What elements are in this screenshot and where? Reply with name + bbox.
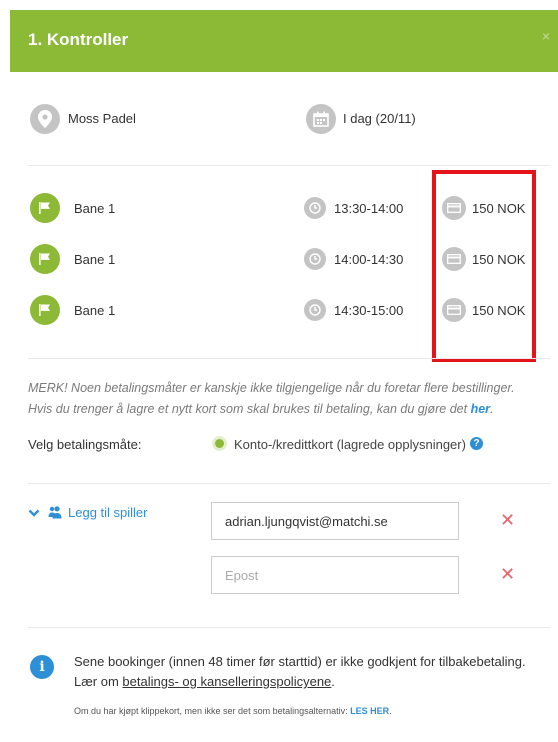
add-player-toggle[interactable]: Legg til spiller xyxy=(28,505,148,520)
info-icon: i xyxy=(30,655,54,679)
read-here-link[interactable]: LES HER xyxy=(350,706,389,716)
venue-name: Moss Padel xyxy=(68,111,136,126)
help-icon[interactable]: ? xyxy=(470,437,483,450)
note-line-2: Hvis du trenger å lagre et nytt kort som… xyxy=(28,399,552,420)
calendar-icon xyxy=(306,104,336,134)
info-line-2-text: Lær om xyxy=(74,674,119,689)
modal-title: 1. Kontroller xyxy=(28,30,129,49)
info-line-2-end: . xyxy=(331,674,335,689)
modal-header: 1. Kontroller × xyxy=(10,10,558,72)
chevron-down-icon xyxy=(28,509,40,517)
flag-icon xyxy=(30,295,60,325)
court-name: Bane 1 xyxy=(74,252,116,267)
clip-card-text: Om du har kjøpt klippekort, men ikke ser… xyxy=(74,706,348,716)
note-line-2-text: Hvis du trenger å lagre et nytt kort som… xyxy=(28,402,468,416)
note-line-2-end: . xyxy=(490,402,494,416)
price-highlight-box xyxy=(432,170,536,362)
divider xyxy=(28,627,550,628)
payment-radio[interactable] xyxy=(212,436,227,451)
divider xyxy=(28,358,550,359)
payment-option-label[interactable]: Konto-/kredittkort (lagrede opplysninger… xyxy=(234,437,466,452)
clip-card-note: Om du har kjøpt klippekort, men ikke ser… xyxy=(74,706,392,716)
court-name: Bane 1 xyxy=(74,201,116,216)
time-slot: 14:00-14:30 xyxy=(334,252,404,267)
add-player-label: Legg til spiller xyxy=(68,505,148,520)
payment-note: MERK! Noen betalingsmåter er kanskje ikk… xyxy=(28,378,552,420)
cancellation-info: Sene bookinger (innen 48 timer før start… xyxy=(74,652,552,692)
location-pin-icon xyxy=(30,104,60,134)
users-icon xyxy=(48,506,62,519)
divider xyxy=(28,483,550,484)
time-slot: 14:30-15:00 xyxy=(334,303,404,318)
clock-icon xyxy=(304,197,326,219)
info-line-2: Lær om betalings- og kanselleringspolicy… xyxy=(74,672,552,692)
time-slot: 13:30-14:00 xyxy=(334,201,404,216)
clock-icon xyxy=(304,299,326,321)
clock-icon xyxy=(304,248,326,270)
info-line-1: Sene bookinger (innen 48 timer før start… xyxy=(74,654,526,669)
policy-link[interactable]: betalings- og kanselleringspolicyene xyxy=(122,674,331,689)
flag-icon xyxy=(30,244,60,274)
note-line-1: MERK! Noen betalingsmåter er kanskje ikk… xyxy=(28,381,515,395)
flag-icon xyxy=(30,193,60,223)
booking-date: I dag (20/11) xyxy=(343,111,416,126)
save-card-link[interactable]: her xyxy=(471,402,490,416)
new-player-email-input[interactable] xyxy=(211,556,459,594)
divider xyxy=(28,165,550,166)
clip-card-end: . xyxy=(389,706,392,716)
player-email-input[interactable] xyxy=(211,502,459,540)
court-name: Bane 1 xyxy=(74,303,116,318)
remove-player-icon[interactable]: ✕ xyxy=(500,510,515,531)
payment-method-label: Velg betalingsmåte: xyxy=(28,437,142,452)
remove-player-icon[interactable]: ✕ xyxy=(500,564,515,585)
close-icon[interactable]: × xyxy=(542,28,550,44)
